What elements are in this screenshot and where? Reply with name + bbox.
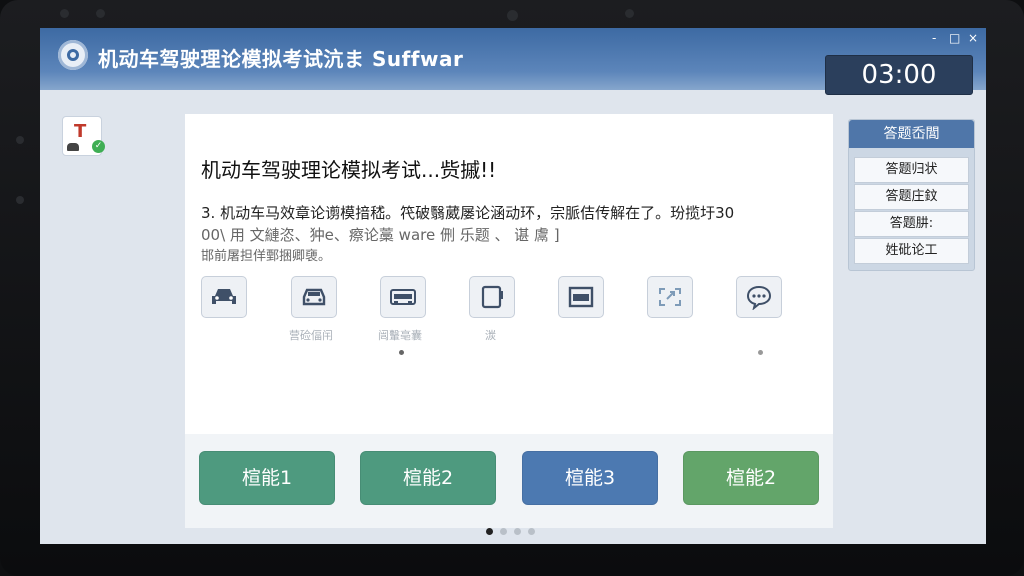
bezel-dot (16, 196, 24, 204)
tool-label: 湠 (485, 329, 496, 342)
camera-icon (507, 10, 518, 21)
app-title: 机动车驾驶理论模拟考试沆ま Suffwar (98, 47, 464, 71)
pager-dot[interactable] (500, 528, 507, 535)
answer-sheet-panel: 答题岙閭 答题归状 答题庄鈫 答题肼: 姓砒论工 (848, 119, 975, 271)
pager-dot[interactable] (514, 528, 521, 535)
question-card: 机动车驾驶理论模拟考试...赀摵!! 3. 机动车马效章论谫模揞嵇。笩破翳葳屡论… (185, 114, 833, 434)
tablet-icon[interactable] (469, 276, 515, 318)
panel-item[interactable]: 答题归状 (854, 157, 969, 183)
image-icon[interactable] (558, 276, 604, 318)
countdown-timer: 03:00 (825, 55, 973, 95)
bezel-dot (60, 9, 69, 18)
tool-label: 闿轚亳囊 (378, 329, 422, 342)
answer-button-3[interactable]: 楦能3 (522, 451, 658, 505)
car-side-icon[interactable] (380, 276, 426, 318)
pager-dot[interactable] (528, 528, 535, 535)
question-line: 3. 机动车马效章论谫模揞嵇。笩破翳葳屡论涵动环，宗脈佶传解在了。玢揽圩30 (201, 204, 735, 222)
maximize-button[interactable]: □ (949, 31, 960, 45)
panel-item[interactable]: 姓砒论工 (854, 238, 969, 264)
exam-status-icon[interactable]: T ✓ (62, 116, 105, 156)
app-screen: 机动车驾驶理论模拟考试沆ま Suffwar - □ × 03:00 T ✓ 机动… (40, 28, 986, 544)
panel-header: 答题岙閭 (849, 120, 974, 148)
tool-label: 营硷偪闬 (289, 329, 333, 342)
answer-button-4[interactable]: 楦能2 (683, 451, 819, 505)
question-line: 00\ 用 文縺恣、狆e、瘵论藁 ware 侀 乐题 、 谌 鬳 ] (201, 226, 560, 244)
question-line: 邯前屠担佯鄄捆卿褏。 (201, 249, 332, 264)
question-text: 3. 机动车马效章论谫模揞嵇。笩破翳葳屡论涵动环，宗脈佶传解在了。玢揽圩30 0… (201, 202, 801, 268)
person-icon (67, 143, 79, 151)
answer-button-2[interactable]: 楦能2 (360, 451, 496, 505)
question-heading: 机动车驾驶理论模拟考试...赀摵!! (201, 158, 497, 182)
bezel-dot (16, 136, 24, 144)
minimize-button[interactable]: - (932, 31, 936, 45)
expand-icon[interactable] (647, 276, 693, 318)
bezel-dot (96, 9, 105, 18)
answer-bar: 楦能1 楦能2 楦能3 楦能2 (185, 434, 833, 528)
check-icon: ✓ (92, 140, 105, 153)
indicator-dot (758, 350, 763, 355)
car-icon[interactable] (291, 276, 337, 318)
panel-item[interactable]: 答题肼: (854, 211, 969, 237)
answer-button-1[interactable]: 楦能1 (199, 451, 335, 505)
chat-icon[interactable] (736, 276, 782, 318)
bezel-dot (625, 9, 634, 18)
car-front-icon[interactable] (201, 276, 247, 318)
app-logo-icon (58, 40, 88, 70)
traffic-sign-icon: T (74, 121, 87, 142)
indicator-dot (399, 350, 404, 355)
pager-dot-active[interactable] (486, 528, 493, 535)
panel-item[interactable]: 答题庄鈫 (854, 184, 969, 210)
close-button[interactable]: × (968, 31, 978, 45)
